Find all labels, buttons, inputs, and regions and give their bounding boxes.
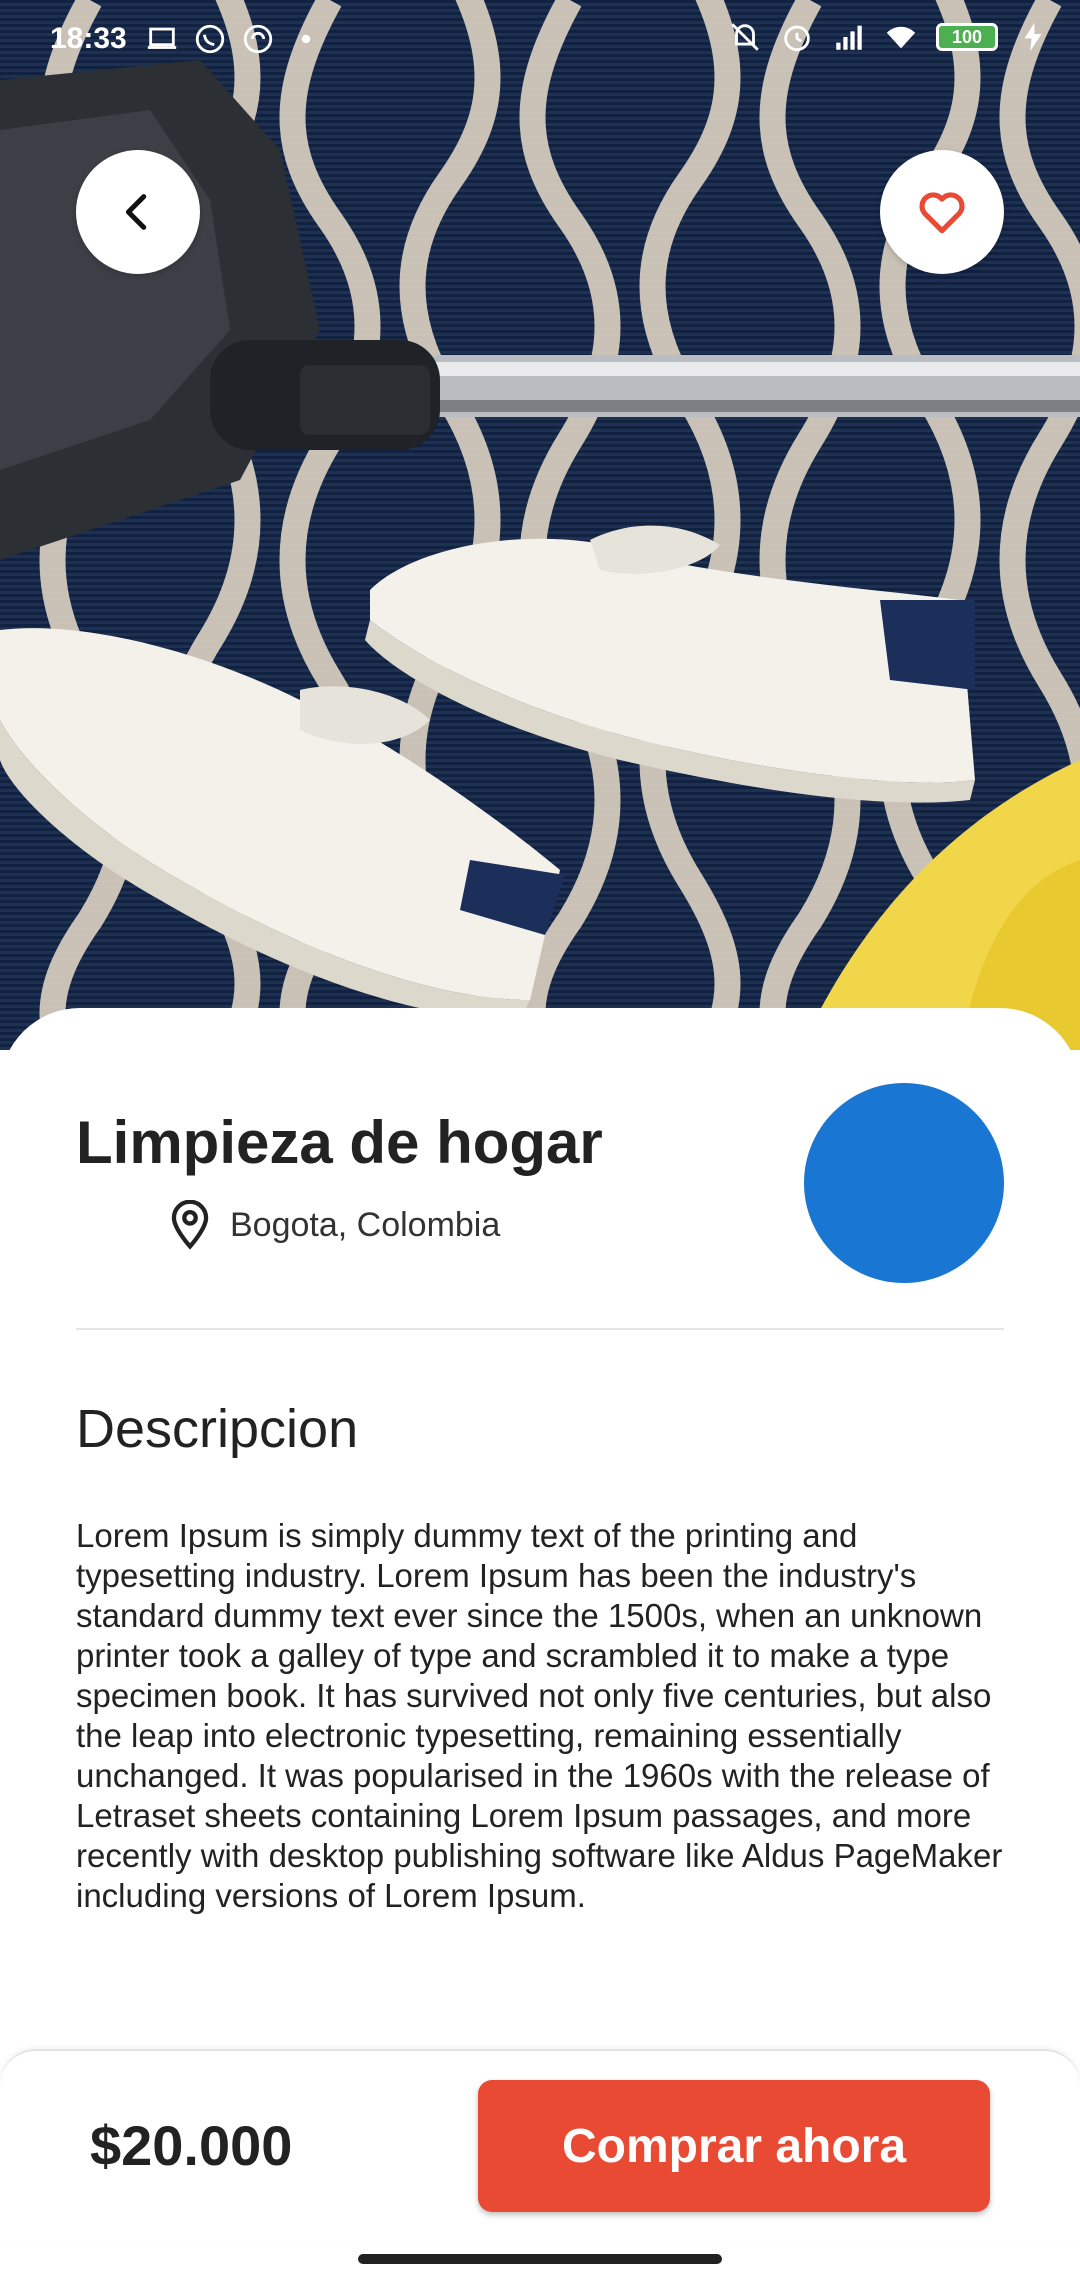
avatar[interactable] (804, 1083, 1004, 1283)
whatsapp-icon (195, 24, 225, 54)
back-button[interactable] (76, 150, 200, 274)
wifi-icon (886, 26, 916, 49)
location-row: Bogota, Colombia (168, 1200, 500, 1250)
status-time: 18:33 (50, 22, 127, 55)
buy-now-button[interactable]: Comprar ahora (478, 2080, 990, 2212)
product-title: Limpieza de hogar (76, 1109, 603, 1176)
charging-icon (1024, 22, 1042, 52)
status-left-icons (145, 22, 323, 56)
heart-icon (919, 192, 965, 234)
description-heading: Descripcion (76, 1399, 359, 1459)
favorite-button[interactable] (880, 150, 1004, 274)
sync-icon (243, 24, 273, 54)
location-text: Bogota, Colombia (230, 1205, 501, 1244)
chevron-left-icon (125, 194, 147, 230)
status-bar: 18:33 100 (0, 0, 1080, 80)
alarm-icon (784, 25, 810, 52)
dot-icon (301, 34, 311, 44)
status-right-icons: 100 (728, 20, 1050, 54)
map-pin-icon (171, 1200, 209, 1250)
description-text: Lorem Ipsum is simply dummy text of the … (76, 1517, 1003, 1914)
divider (76, 1328, 1004, 1330)
home-indicator[interactable] (358, 2254, 722, 2264)
battery-icon: 100 (936, 23, 998, 51)
mute-icon (731, 23, 759, 51)
laptop-icon (147, 27, 177, 49)
signal-icon (836, 25, 862, 50)
price-label: $20.000 (90, 2114, 293, 2177)
